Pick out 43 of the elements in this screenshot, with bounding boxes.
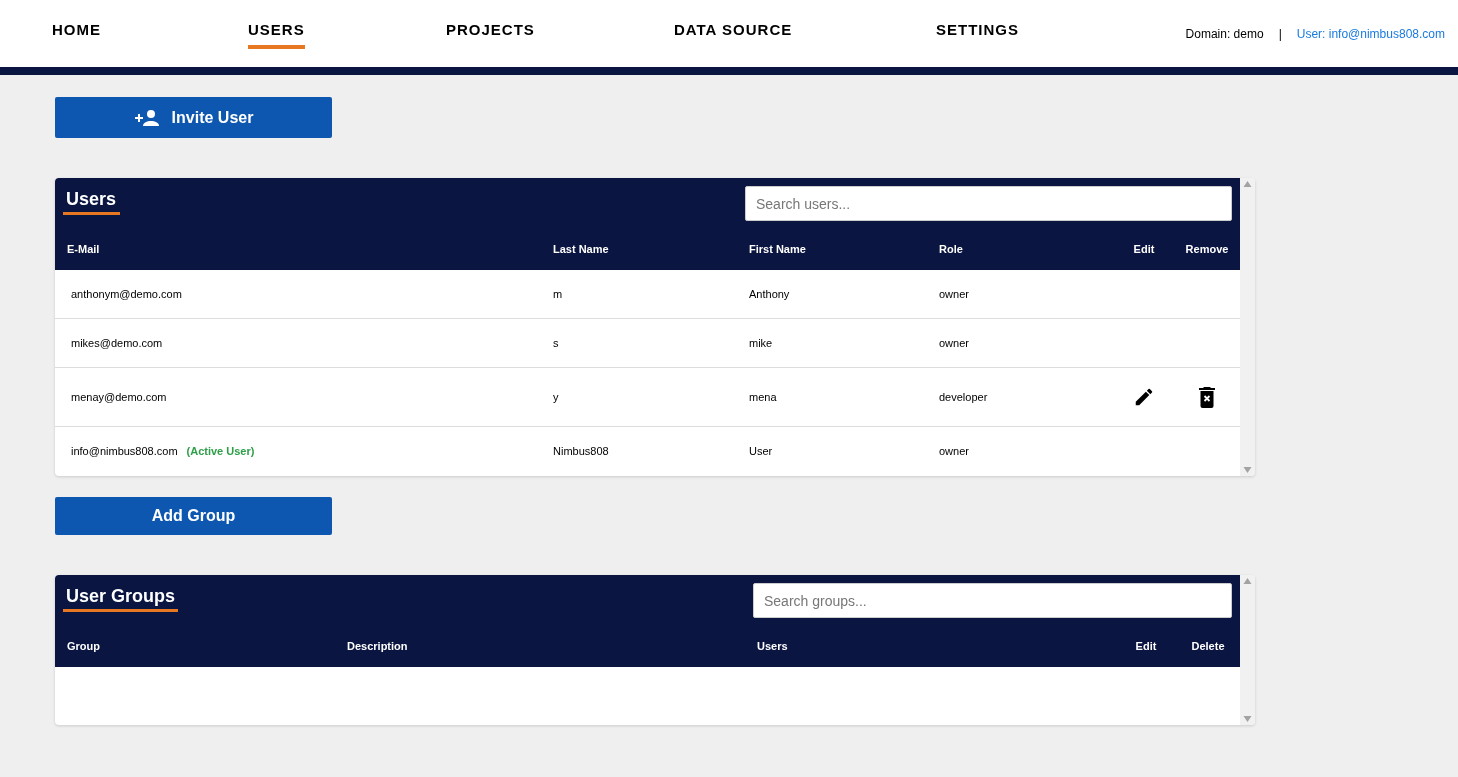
- column-header: Description: [347, 638, 409, 654]
- nav-tab[interactable]: USERS: [248, 17, 305, 50]
- delete-icon[interactable]: [1199, 386, 1215, 408]
- email-cell-text: anthonym@demo.com: [71, 286, 182, 302]
- email-cell-text: mikes@demo.com: [71, 335, 163, 351]
- edit-icon[interactable]: [1133, 386, 1155, 408]
- column-header: Last Name: [553, 241, 610, 257]
- column-header: Group: [67, 638, 101, 654]
- column-header: Users: [757, 638, 789, 654]
- table-title: User Groups: [65, 585, 177, 608]
- scrollbar[interactable]: [1240, 178, 1255, 476]
- role-cell-text: owner: [939, 444, 970, 460]
- nav-tab[interactable]: PROJECTS: [446, 17, 535, 50]
- column-header: Edit: [1135, 638, 1157, 654]
- nav-tab[interactable]: DATA SOURCE: [674, 17, 793, 50]
- column-header: Role: [939, 241, 964, 257]
- scroll-down-icon[interactable]: [1243, 466, 1252, 474]
- domain-label: Domain: demo: [1185, 25, 1264, 43]
- invite-user-button[interactable]: Invite User: [55, 97, 332, 138]
- nav-tab[interactable]: SETTINGS: [936, 17, 1019, 50]
- column-header: Remove: [1185, 241, 1229, 257]
- table-title: Users: [65, 188, 118, 211]
- email-cell-text: info@nimbus808.com: [71, 444, 178, 460]
- scroll-down-icon[interactable]: [1243, 715, 1252, 723]
- role-cell-text: owner: [939, 286, 970, 302]
- scroll-up-icon[interactable]: [1243, 180, 1252, 188]
- email-cell-text: menay@demo.com: [71, 389, 167, 405]
- search-field[interactable]: Search users...: [745, 186, 1232, 221]
- column-header: Delete: [1191, 638, 1225, 654]
- scroll-up-icon[interactable]: [1243, 577, 1252, 585]
- column-header: E-Mail: [67, 241, 101, 257]
- scrollbar[interactable]: [1240, 575, 1255, 725]
- column-header: Edit: [1133, 241, 1155, 257]
- add-group-button[interactable]: Add Group: [55, 497, 332, 535]
- role-cell-text: developer: [939, 389, 989, 405]
- column-header: First Name: [749, 241, 807, 257]
- active-user-label: (Active User): [186, 444, 255, 460]
- role-cell-text: owner: [939, 335, 970, 351]
- search-field[interactable]: Search groups...: [753, 583, 1232, 618]
- separator-text: |: [1278, 25, 1282, 43]
- add-person-icon: [133, 108, 160, 127]
- user-link[interactable]: User: info@nimbus808.com: [1296, 24, 1445, 43]
- nav-tab[interactable]: HOME: [52, 17, 101, 50]
